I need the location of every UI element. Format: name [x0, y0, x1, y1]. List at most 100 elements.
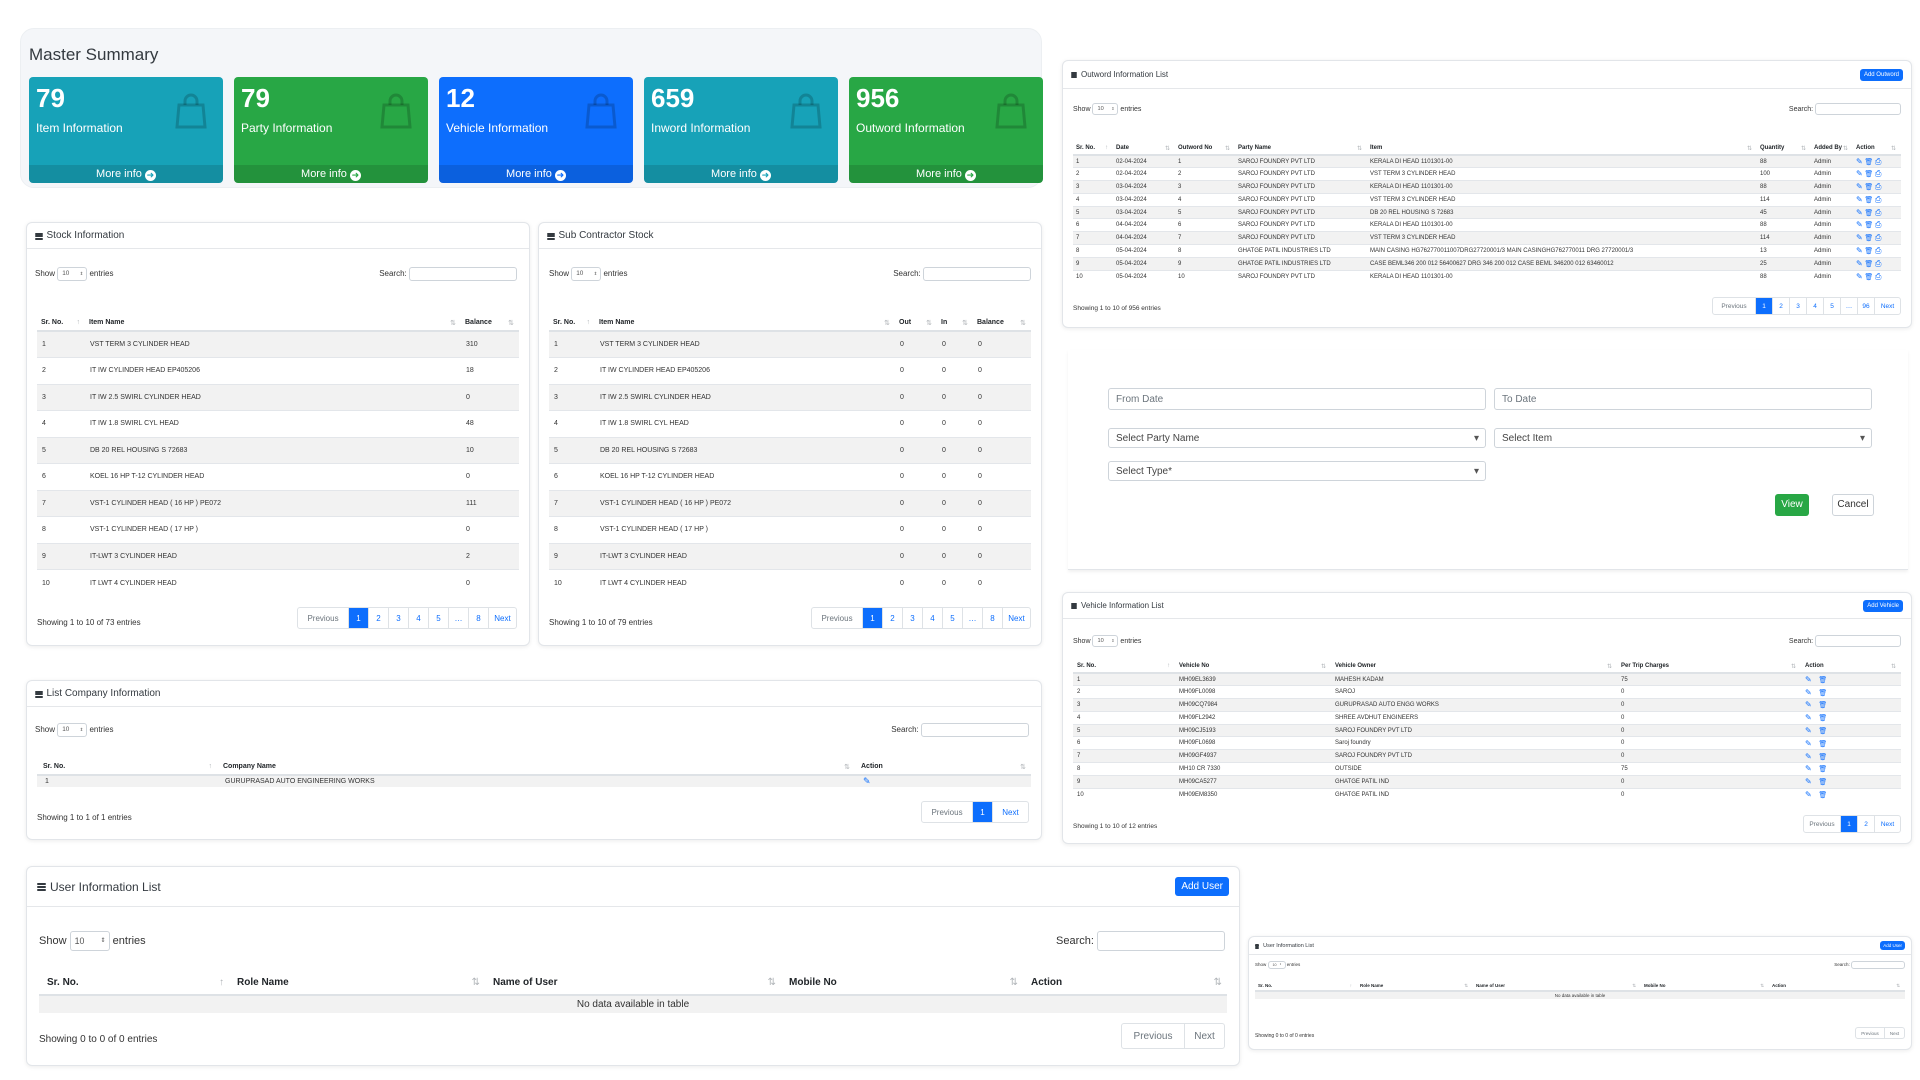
trash-icon[interactable]: 🗑: [1864, 184, 1873, 191]
column-header[interactable]: Action ⇅: [1769, 975, 1905, 992]
trash-icon[interactable]: 🗑: [1818, 766, 1827, 773]
column-header[interactable]: In ⇅: [937, 293, 973, 332]
column-header[interactable]: Sr. No. ↑: [37, 749, 217, 776]
column-header[interactable]: Mobile No ⇅: [781, 963, 1023, 996]
trash-icon[interactable]: 🗑: [1818, 792, 1827, 799]
pagination-page[interactable]: 8: [468, 608, 488, 628]
page-length-select[interactable]: 10: [1267, 961, 1286, 969]
trash-icon[interactable]: 🗑: [1818, 690, 1827, 697]
column-header[interactable]: Action ⇅: [1801, 655, 1901, 674]
column-header[interactable]: Name of User ⇅: [485, 963, 781, 996]
page-length-select[interactable]: 10: [57, 267, 88, 281]
more-info-link[interactable]: More info ➜: [849, 165, 1043, 183]
page-length-select[interactable]: 10: [571, 267, 602, 281]
column-header[interactable]: Balance ⇅: [461, 293, 519, 332]
search-input[interactable]: [1851, 961, 1905, 969]
to-date-input[interactable]: To Date: [1494, 388, 1872, 410]
pagination-page[interactable]: 5: [1823, 298, 1840, 314]
trash-icon[interactable]: 🗑: [1864, 222, 1873, 229]
pagination-page[interactable]: …: [1840, 298, 1857, 314]
pagination-page[interactable]: 8: [982, 608, 1002, 628]
edit-icon[interactable]: ✎: [1856, 182, 1863, 191]
print-icon[interactable]: ⎙: [1875, 233, 1881, 242]
column-header[interactable]: Date ⇅: [1113, 125, 1175, 156]
print-icon[interactable]: ⎙: [1875, 195, 1881, 204]
column-header[interactable]: Mobile No ⇅: [1641, 975, 1769, 992]
trash-icon[interactable]: 🗑: [1864, 210, 1873, 217]
select-party-dropdown[interactable]: Select Party Name: [1108, 428, 1486, 448]
column-header[interactable]: Sr. No. ↑: [549, 293, 595, 332]
edit-icon[interactable]: ✎: [1805, 752, 1812, 761]
page-length-select[interactable]: 10: [57, 723, 88, 737]
column-header[interactable]: Sr. No. ↑: [1255, 975, 1357, 992]
column-header[interactable]: Outword No ⇅: [1175, 125, 1235, 156]
select-item-dropdown[interactable]: Select Item: [1494, 428, 1872, 448]
column-header[interactable]: Action ⇅: [1023, 963, 1227, 996]
column-header[interactable]: Out ⇅: [895, 293, 937, 332]
search-input[interactable]: [409, 267, 517, 281]
print-icon[interactable]: ⎙: [1875, 259, 1881, 268]
select-type-dropdown[interactable]: Select Type*: [1108, 461, 1486, 481]
search-input[interactable]: [921, 723, 1029, 737]
pagination-page[interactable]: 3: [902, 608, 922, 628]
pagination-page[interactable]: 2: [368, 608, 388, 628]
edit-icon[interactable]: ✎: [863, 776, 871, 786]
edit-icon[interactable]: ✎: [1805, 713, 1812, 722]
edit-icon[interactable]: ✎: [1856, 169, 1863, 178]
add-button[interactable]: Add User: [1880, 941, 1905, 950]
pagination-page[interactable]: 4: [408, 608, 428, 628]
pagination-next[interactable]: Next: [488, 608, 516, 628]
pagination-page[interactable]: 3: [1789, 298, 1806, 314]
pagination-page[interactable]: 5: [428, 608, 448, 628]
pagination-page[interactable]: 1: [862, 608, 882, 628]
pagination-next[interactable]: Next: [992, 802, 1028, 822]
page-length-select[interactable]: 10: [1092, 635, 1119, 647]
edit-icon[interactable]: ✎: [1805, 726, 1812, 735]
trash-icon[interactable]: 🗑: [1864, 171, 1873, 178]
add-button[interactable]: Add User: [1175, 877, 1229, 896]
edit-icon[interactable]: ✎: [1805, 777, 1812, 786]
pagination-previous[interactable]: Previous: [1713, 298, 1755, 314]
column-header[interactable]: Party Name ⇅: [1235, 125, 1367, 156]
search-input[interactable]: [1815, 103, 1901, 115]
trash-icon[interactable]: 🗑: [1864, 159, 1873, 166]
column-header[interactable]: Role Name ⇅: [1357, 975, 1473, 992]
page-length-select[interactable]: 10: [69, 931, 110, 951]
pagination-previous[interactable]: Previous: [1122, 1024, 1184, 1048]
trash-icon[interactable]: 🗑: [1864, 274, 1873, 281]
column-header[interactable]: Sr. No. ↑: [1073, 125, 1113, 156]
more-info-link[interactable]: More info ➜: [439, 165, 633, 183]
print-icon[interactable]: ⎙: [1875, 208, 1881, 217]
edit-icon[interactable]: ✎: [1856, 233, 1863, 242]
pagination-next[interactable]: Next: [1002, 608, 1030, 628]
column-header[interactable]: Name of User ⇅: [1473, 975, 1641, 992]
pagination-page[interactable]: 4: [922, 608, 942, 628]
column-header[interactable]: Action ⇅: [1853, 125, 1901, 156]
edit-icon[interactable]: ✎: [1805, 764, 1812, 773]
column-header[interactable]: Role Name ⇅: [229, 963, 485, 996]
column-header[interactable]: Vehicle Owner ⇅: [1331, 655, 1617, 674]
pagination-next[interactable]: Next: [1884, 1028, 1904, 1038]
page-length-select[interactable]: 10: [1092, 103, 1119, 115]
pagination-page[interactable]: 96: [1857, 298, 1874, 314]
pagination-page[interactable]: 1: [972, 802, 992, 822]
trash-icon[interactable]: 🗑: [1864, 197, 1873, 204]
column-header[interactable]: Per Trip Charges ⇅: [1617, 655, 1801, 674]
pagination-previous[interactable]: Previous: [1804, 816, 1840, 832]
pagination-next[interactable]: Next: [1874, 816, 1900, 832]
column-header[interactable]: Added By ⇅: [1811, 125, 1853, 156]
edit-icon[interactable]: ✎: [1805, 688, 1812, 697]
search-input[interactable]: [1097, 931, 1225, 951]
trash-icon[interactable]: 🗑: [1864, 235, 1873, 242]
column-header[interactable]: Company Name ⇅: [217, 749, 855, 776]
search-input[interactable]: [923, 267, 1031, 281]
pagination-previous[interactable]: Previous: [298, 608, 348, 628]
edit-icon[interactable]: ✎: [1856, 259, 1863, 268]
column-header[interactable]: Vehicle No ⇅: [1175, 655, 1331, 674]
pagination-page[interactable]: 1: [1755, 298, 1772, 314]
trash-icon[interactable]: 🗑: [1864, 261, 1873, 268]
edit-icon[interactable]: ✎: [1856, 157, 1863, 166]
column-header[interactable]: Item Name ⇅: [595, 293, 895, 332]
edit-icon[interactable]: ✎: [1856, 220, 1863, 229]
pagination-page[interactable]: 2: [1857, 816, 1874, 832]
